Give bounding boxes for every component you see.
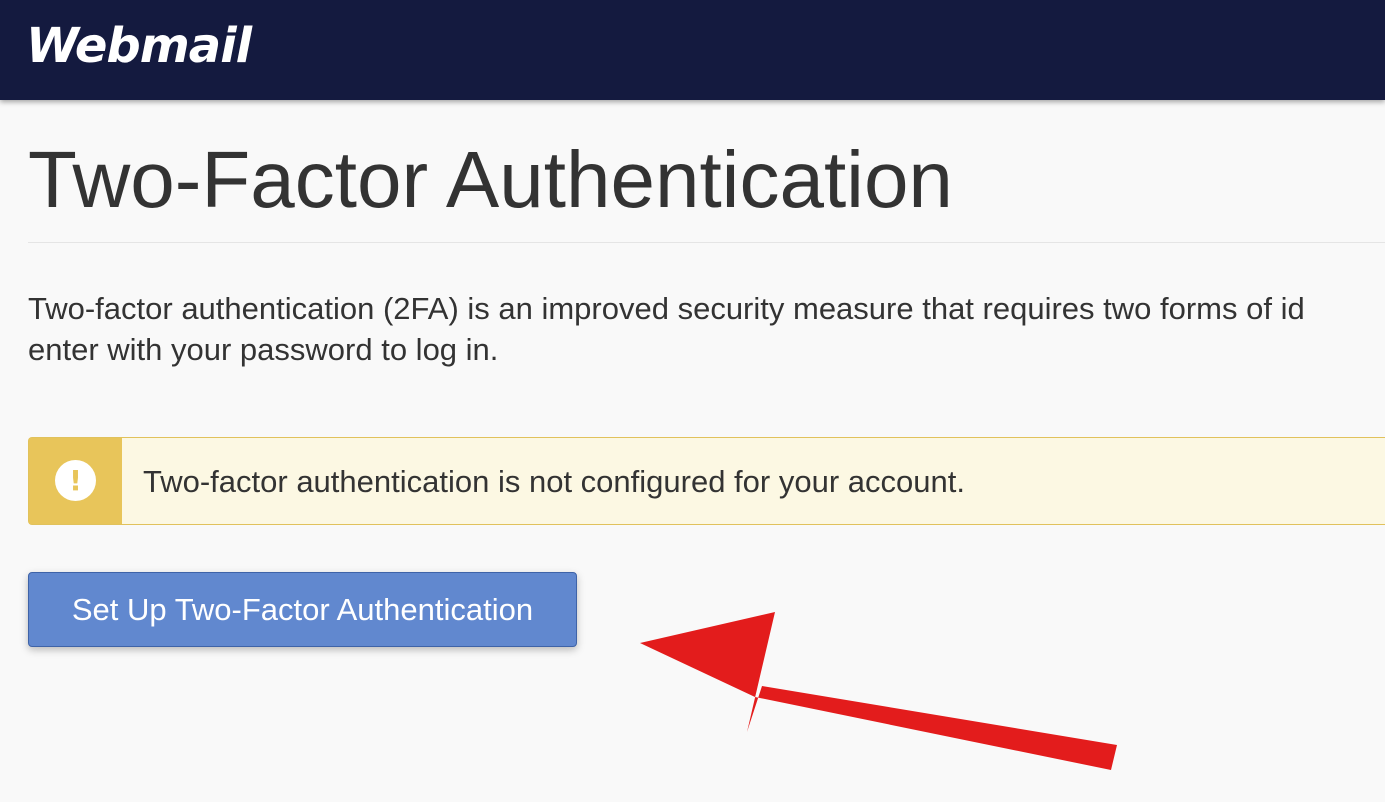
alert-message: Two-factor authentication is not configu… [143, 464, 965, 499]
red-arrow-icon [640, 612, 1117, 770]
title-divider [28, 242, 1385, 243]
alert-icon-panel: ! [29, 438, 122, 524]
intro-line-1: Two-factor authentication (2FA) is an im… [28, 291, 1305, 326]
intro-line-2: enter with your password to log in. [28, 332, 499, 367]
warning-alert: ! Two-factor authentication is not confi… [28, 437, 1385, 525]
top-header: Webmail [0, 0, 1385, 100]
intro-paragraph: Two-factor authentication (2FA) is an im… [28, 288, 1385, 370]
setup-2fa-button[interactable]: Set Up Two-Factor Authentication [28, 572, 577, 647]
webmail-logo[interactable]: Webmail [26, 16, 252, 76]
exclamation-icon: ! [55, 460, 96, 501]
page-title: Two-Factor Authentication [28, 135, 953, 224]
